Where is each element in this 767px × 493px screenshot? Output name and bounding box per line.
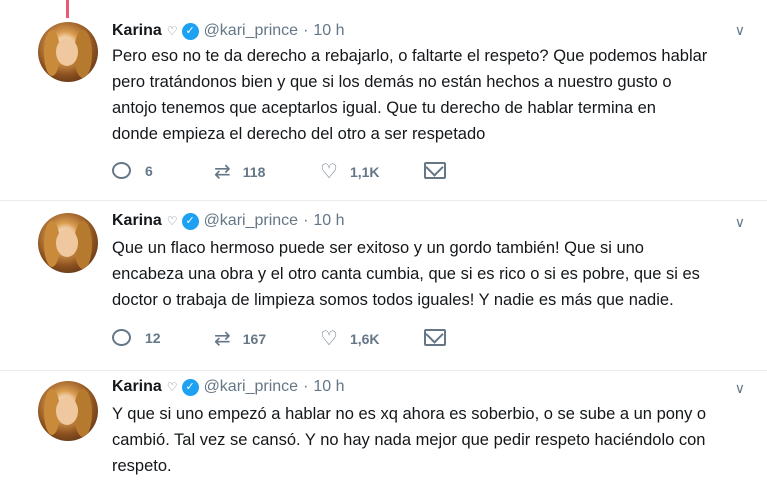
tweet-card[interactable]: Karina ♡ ✓ @kari_prince · 10 h ∨ Pero es… [0, 0, 767, 200]
like-count: 1,1K [349, 164, 380, 180]
verified-badge-icon: ✓ [181, 212, 199, 230]
like-icon: ♡ [320, 161, 338, 183]
retweet-button[interactable]: ⇄ 167 [214, 329, 266, 349]
display-name[interactable]: Karina [112, 22, 162, 40]
timestamp[interactable]: 10 h [313, 212, 344, 230]
heart-outline-icon: ♡ [166, 24, 178, 38]
separator-dot: · [303, 378, 309, 395]
user-handle[interactable]: @kari_prince [204, 22, 299, 40]
retweet-count: 118 [242, 164, 266, 180]
like-count: 1,6K [349, 331, 380, 347]
retweet-icon: ⇄ [214, 328, 231, 350]
tweet-text: Que un flaco hermoso puede ser exitoso y… [112, 239, 700, 309]
verified-badge-icon: ✓ [181, 22, 199, 40]
reply-count: 6 [145, 162, 153, 179]
user-handle[interactable]: @kari_prince [204, 378, 299, 396]
tweet-timeline: Karina ♡ ✓ @kari_prince · 10 h ∨ Pero es… [0, 0, 767, 492]
reply-count: 12 [145, 329, 161, 346]
reply-button[interactable]: 12 [112, 329, 161, 346]
direct-message-button[interactable] [424, 329, 446, 346]
avatar-face [56, 38, 78, 66]
reply-icon [112, 162, 131, 179]
like-button[interactable]: ♡ 1,6K [320, 329, 380, 349]
retweet-count: 167 [242, 331, 267, 347]
avatar[interactable] [38, 381, 98, 441]
like-button[interactable]: ♡ 1,1K [320, 162, 380, 182]
tweet-header: Karina ♡ ✓ @kari_prince · 10 h [112, 22, 345, 40]
separator-dot: · [303, 212, 309, 229]
chevron-down-icon[interactable]: ∨ [735, 380, 745, 397]
reply-icon [112, 329, 131, 346]
tweet-text: Pero eso no te da derecho a rebajarlo, o… [112, 47, 708, 143]
display-name[interactable]: Karina [112, 378, 162, 396]
retweet-button[interactable]: ⇄ 118 [214, 162, 265, 182]
chevron-down-icon[interactable]: ∨ [735, 214, 745, 231]
verified-badge-icon: ✓ [181, 378, 199, 396]
heart-outline-icon: ♡ [166, 214, 178, 228]
avatar[interactable] [38, 22, 98, 82]
chevron-down-icon[interactable]: ∨ [735, 22, 745, 39]
direct-message-icon [424, 329, 446, 346]
heart-outline-icon: ♡ [166, 380, 178, 394]
direct-message-button[interactable] [424, 162, 446, 179]
retweet-icon: ⇄ [214, 161, 231, 183]
reply-button[interactable]: 6 [112, 162, 153, 179]
display-name[interactable]: Karina [112, 212, 162, 230]
separator-dot: · [303, 22, 309, 39]
direct-message-icon [424, 162, 446, 179]
timestamp[interactable]: 10 h [313, 22, 344, 40]
user-handle[interactable]: @kari_prince [204, 212, 299, 230]
tweet-text: Y que si uno empezó a hablar no es xq ah… [112, 405, 707, 475]
avatar-face [56, 397, 78, 425]
tweet-header: Karina ♡ ✓ @kari_prince · 10 h [112, 378, 345, 396]
tweet-card[interactable]: Karina ♡ ✓ @kari_prince · 10 h ∨ Y que s… [0, 370, 767, 493]
tweet-card[interactable]: Karina ♡ ✓ @kari_prince · 10 h ∨ Que un … [0, 200, 767, 371]
avatar-face [56, 229, 78, 257]
tweet-header: Karina ♡ ✓ @kari_prince · 10 h [112, 212, 345, 230]
avatar[interactable] [38, 213, 98, 273]
like-icon: ♡ [320, 328, 338, 350]
timestamp[interactable]: 10 h [313, 378, 344, 396]
